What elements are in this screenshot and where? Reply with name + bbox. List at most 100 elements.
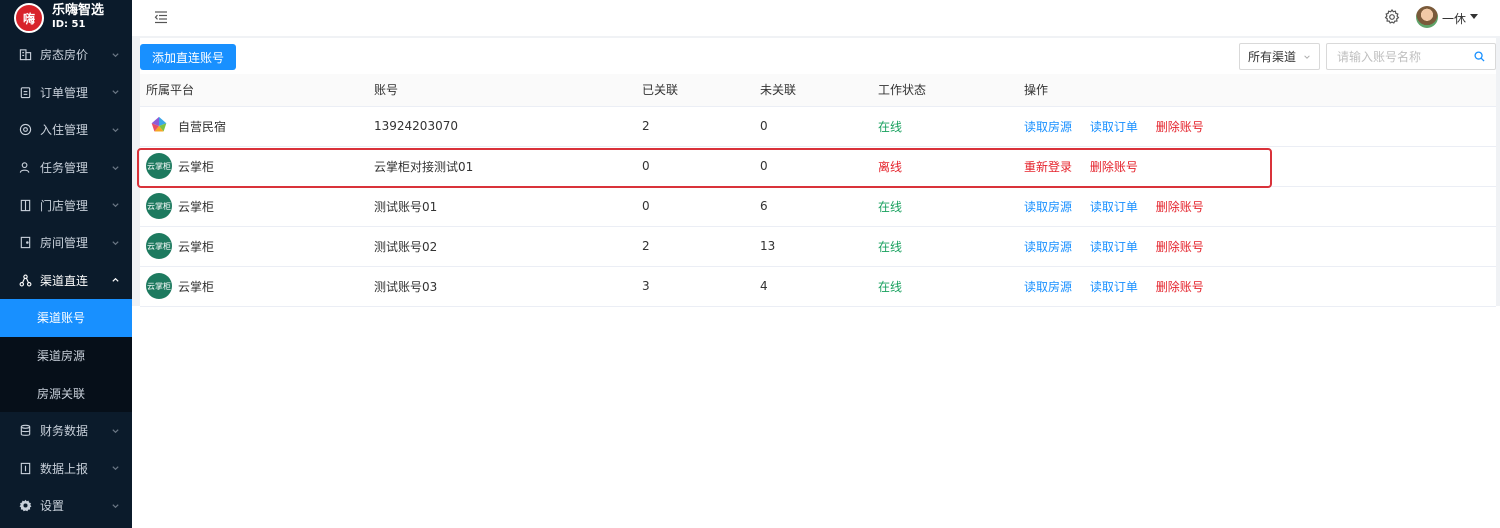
- sidebar-item-rooms[interactable]: 房间管理: [0, 224, 132, 262]
- channel-select-value: 所有渠道: [1248, 50, 1297, 64]
- chevron-up-icon: [112, 278, 119, 283]
- sidebar: 嗨 乐嗨智选 ID: 51 房态房价 订单管理 入住管理 任务管理 门店管理 房…: [0, 0, 132, 528]
- page-background: [132, 306, 1500, 528]
- sidebar-item-channel-direct[interactable]: 渠道直连: [0, 262, 132, 300]
- door-icon: [18, 198, 32, 212]
- account-cell: 测试账号02: [368, 226, 636, 267]
- linked-count: 3: [636, 266, 754, 307]
- chevron-down-icon: [112, 128, 119, 133]
- table-row: 自营民宿 13924203070 2 0 在线 读取房源 读取订单 删除账号: [140, 106, 1496, 147]
- table-row: 云掌柜 云掌柜 测试账号02 2 13 在线 读取房源 读取订单 删除账号: [140, 226, 1496, 267]
- relogin-link[interactable]: 重新登录: [1024, 160, 1072, 174]
- menu-fold-icon[interactable]: [154, 10, 168, 24]
- status-badge: 离线: [872, 146, 1018, 187]
- platform-name: 云掌柜: [178, 239, 215, 254]
- unlinked-count: 4: [754, 266, 872, 307]
- yunzhanggui-logo-icon: 云掌柜: [146, 273, 172, 299]
- column-header: 操作: [1018, 74, 1496, 107]
- platform-name: 云掌柜: [178, 199, 215, 214]
- unlinked-count: 0: [754, 146, 872, 187]
- linked-count: 2: [636, 106, 754, 147]
- yunzhanggui-logo-icon: 云掌柜: [146, 193, 172, 219]
- brand-id: ID: 51: [52, 19, 86, 30]
- toolbar: 添加直连账号 所有渠道: [140, 38, 1496, 74]
- chevron-down-icon: [112, 165, 119, 170]
- linked-count: 0: [636, 146, 754, 187]
- yunzhanggui-logo-icon: 云掌柜: [146, 153, 172, 179]
- sidebar-item-stores[interactable]: 门店管理: [0, 186, 132, 224]
- delete-account-link[interactable]: 删除账号: [1156, 240, 1204, 254]
- sidebar-item-channel-listings[interactable]: 渠道房源: [0, 337, 132, 375]
- search-box: [1326, 43, 1496, 70]
- read-listings-link[interactable]: 读取房源: [1024, 240, 1072, 254]
- read-orders-link[interactable]: 读取订单: [1090, 280, 1138, 294]
- read-listings-link[interactable]: 读取房源: [1024, 280, 1072, 294]
- clipboard-icon: [18, 85, 32, 99]
- column-header: 所属平台: [140, 74, 368, 107]
- delete-account-link[interactable]: 删除账号: [1090, 160, 1138, 174]
- read-orders-link[interactable]: 读取订单: [1090, 240, 1138, 254]
- status-badge: 在线: [872, 266, 1018, 307]
- chevron-down-icon: [112, 90, 119, 95]
- chevron-down-icon: [112, 241, 119, 245]
- sidebar-item-checkin[interactable]: 入住管理: [0, 111, 132, 149]
- add-direct-account-button[interactable]: 添加直连账号: [140, 44, 237, 70]
- sidebar-item-data-report[interactable]: 数据上报: [0, 450, 132, 488]
- sidebar-item-channel-accounts[interactable]: 渠道账号: [0, 299, 132, 337]
- yunzhanggui-logo-icon: 云掌柜: [146, 233, 172, 259]
- account-cell: 13924203070: [368, 106, 636, 147]
- settings-icon: [18, 499, 32, 513]
- delete-account-link[interactable]: 删除账号: [1156, 120, 1204, 134]
- brand-name: 乐嗨智选: [52, 3, 105, 18]
- account-cell: 测试账号03: [368, 266, 636, 307]
- table-row: 云掌柜 云掌柜 测试账号01 0 6 在线 读取房源 读取订单 删除账号: [140, 186, 1496, 227]
- platform-name: 自营民宿: [178, 119, 227, 134]
- chevron-down-icon: [112, 203, 119, 208]
- search-input[interactable]: [1327, 44, 1467, 69]
- sidebar-item-listing-association[interactable]: 房源关联: [0, 374, 132, 412]
- delete-account-link[interactable]: 删除账号: [1156, 280, 1204, 294]
- brand-logo: 嗨: [14, 3, 44, 33]
- linked-count: 0: [636, 186, 754, 227]
- avatar[interactable]: [1416, 6, 1438, 28]
- column-header: 工作状态: [872, 74, 1018, 107]
- sidebar-item-tasks[interactable]: 任务管理: [0, 149, 132, 187]
- platform-name: 云掌柜: [178, 159, 215, 174]
- column-header: 未关联: [754, 74, 872, 107]
- building-icon: [18, 48, 32, 62]
- sidebar-item-finance[interactable]: 财务数据: [0, 412, 132, 450]
- status-badge: 在线: [872, 106, 1018, 147]
- channel-submenu: 渠道账号 渠道房源 房源关联: [0, 299, 132, 412]
- read-listings-link[interactable]: 读取房源: [1024, 200, 1072, 214]
- channel-select[interactable]: 所有渠道: [1239, 43, 1320, 70]
- read-orders-link[interactable]: 读取订单: [1090, 120, 1138, 134]
- read-orders-link[interactable]: 读取订单: [1090, 200, 1138, 214]
- gear-icon[interactable]: [1384, 9, 1400, 25]
- checkin-icon: [18, 123, 32, 137]
- sidebar-menu-lower: 财务数据 数据上报 设置: [0, 412, 132, 525]
- chevron-down-icon: [112, 428, 119, 433]
- sidebar-item-settings[interactable]: 设置: [0, 487, 132, 525]
- task-user-icon: [18, 161, 32, 175]
- status-badge: 在线: [872, 186, 1018, 227]
- caret-down-icon[interactable]: [1470, 14, 1478, 19]
- read-listings-link[interactable]: 读取房源: [1024, 120, 1072, 134]
- top-header: 一休: [132, 0, 1500, 36]
- channel-accounts-panel: 添加直连账号 所有渠道 所属平台 账号 已关联 未关联 工作状态 操作: [140, 38, 1496, 307]
- column-header: 账号: [368, 74, 636, 107]
- platform-name: 云掌柜: [178, 279, 215, 294]
- account-cell: 云掌柜对接测试01: [368, 146, 636, 187]
- unlinked-count: 6: [754, 186, 872, 227]
- table-row: 云掌柜 云掌柜 云掌柜对接测试01 0 0 离线 重新登录 删除账号: [140, 146, 1496, 187]
- search-icon[interactable]: [1474, 51, 1485, 62]
- column-header: 已关联: [636, 74, 754, 107]
- delete-account-link[interactable]: 删除账号: [1156, 200, 1204, 214]
- chevron-down-icon: [112, 53, 119, 57]
- room-icon: [18, 236, 32, 250]
- sidebar-item-orders[interactable]: 订单管理: [0, 74, 132, 112]
- database-icon: [18, 424, 32, 438]
- accounts-table: 所属平台 账号 已关联 未关联 工作状态 操作 自营民宿 13924203070…: [140, 74, 1496, 307]
- sidebar-item-room-status[interactable]: 房态房价: [0, 36, 132, 74]
- user-name[interactable]: 一休: [1442, 10, 1466, 27]
- chevron-down-icon: [1304, 55, 1310, 59]
